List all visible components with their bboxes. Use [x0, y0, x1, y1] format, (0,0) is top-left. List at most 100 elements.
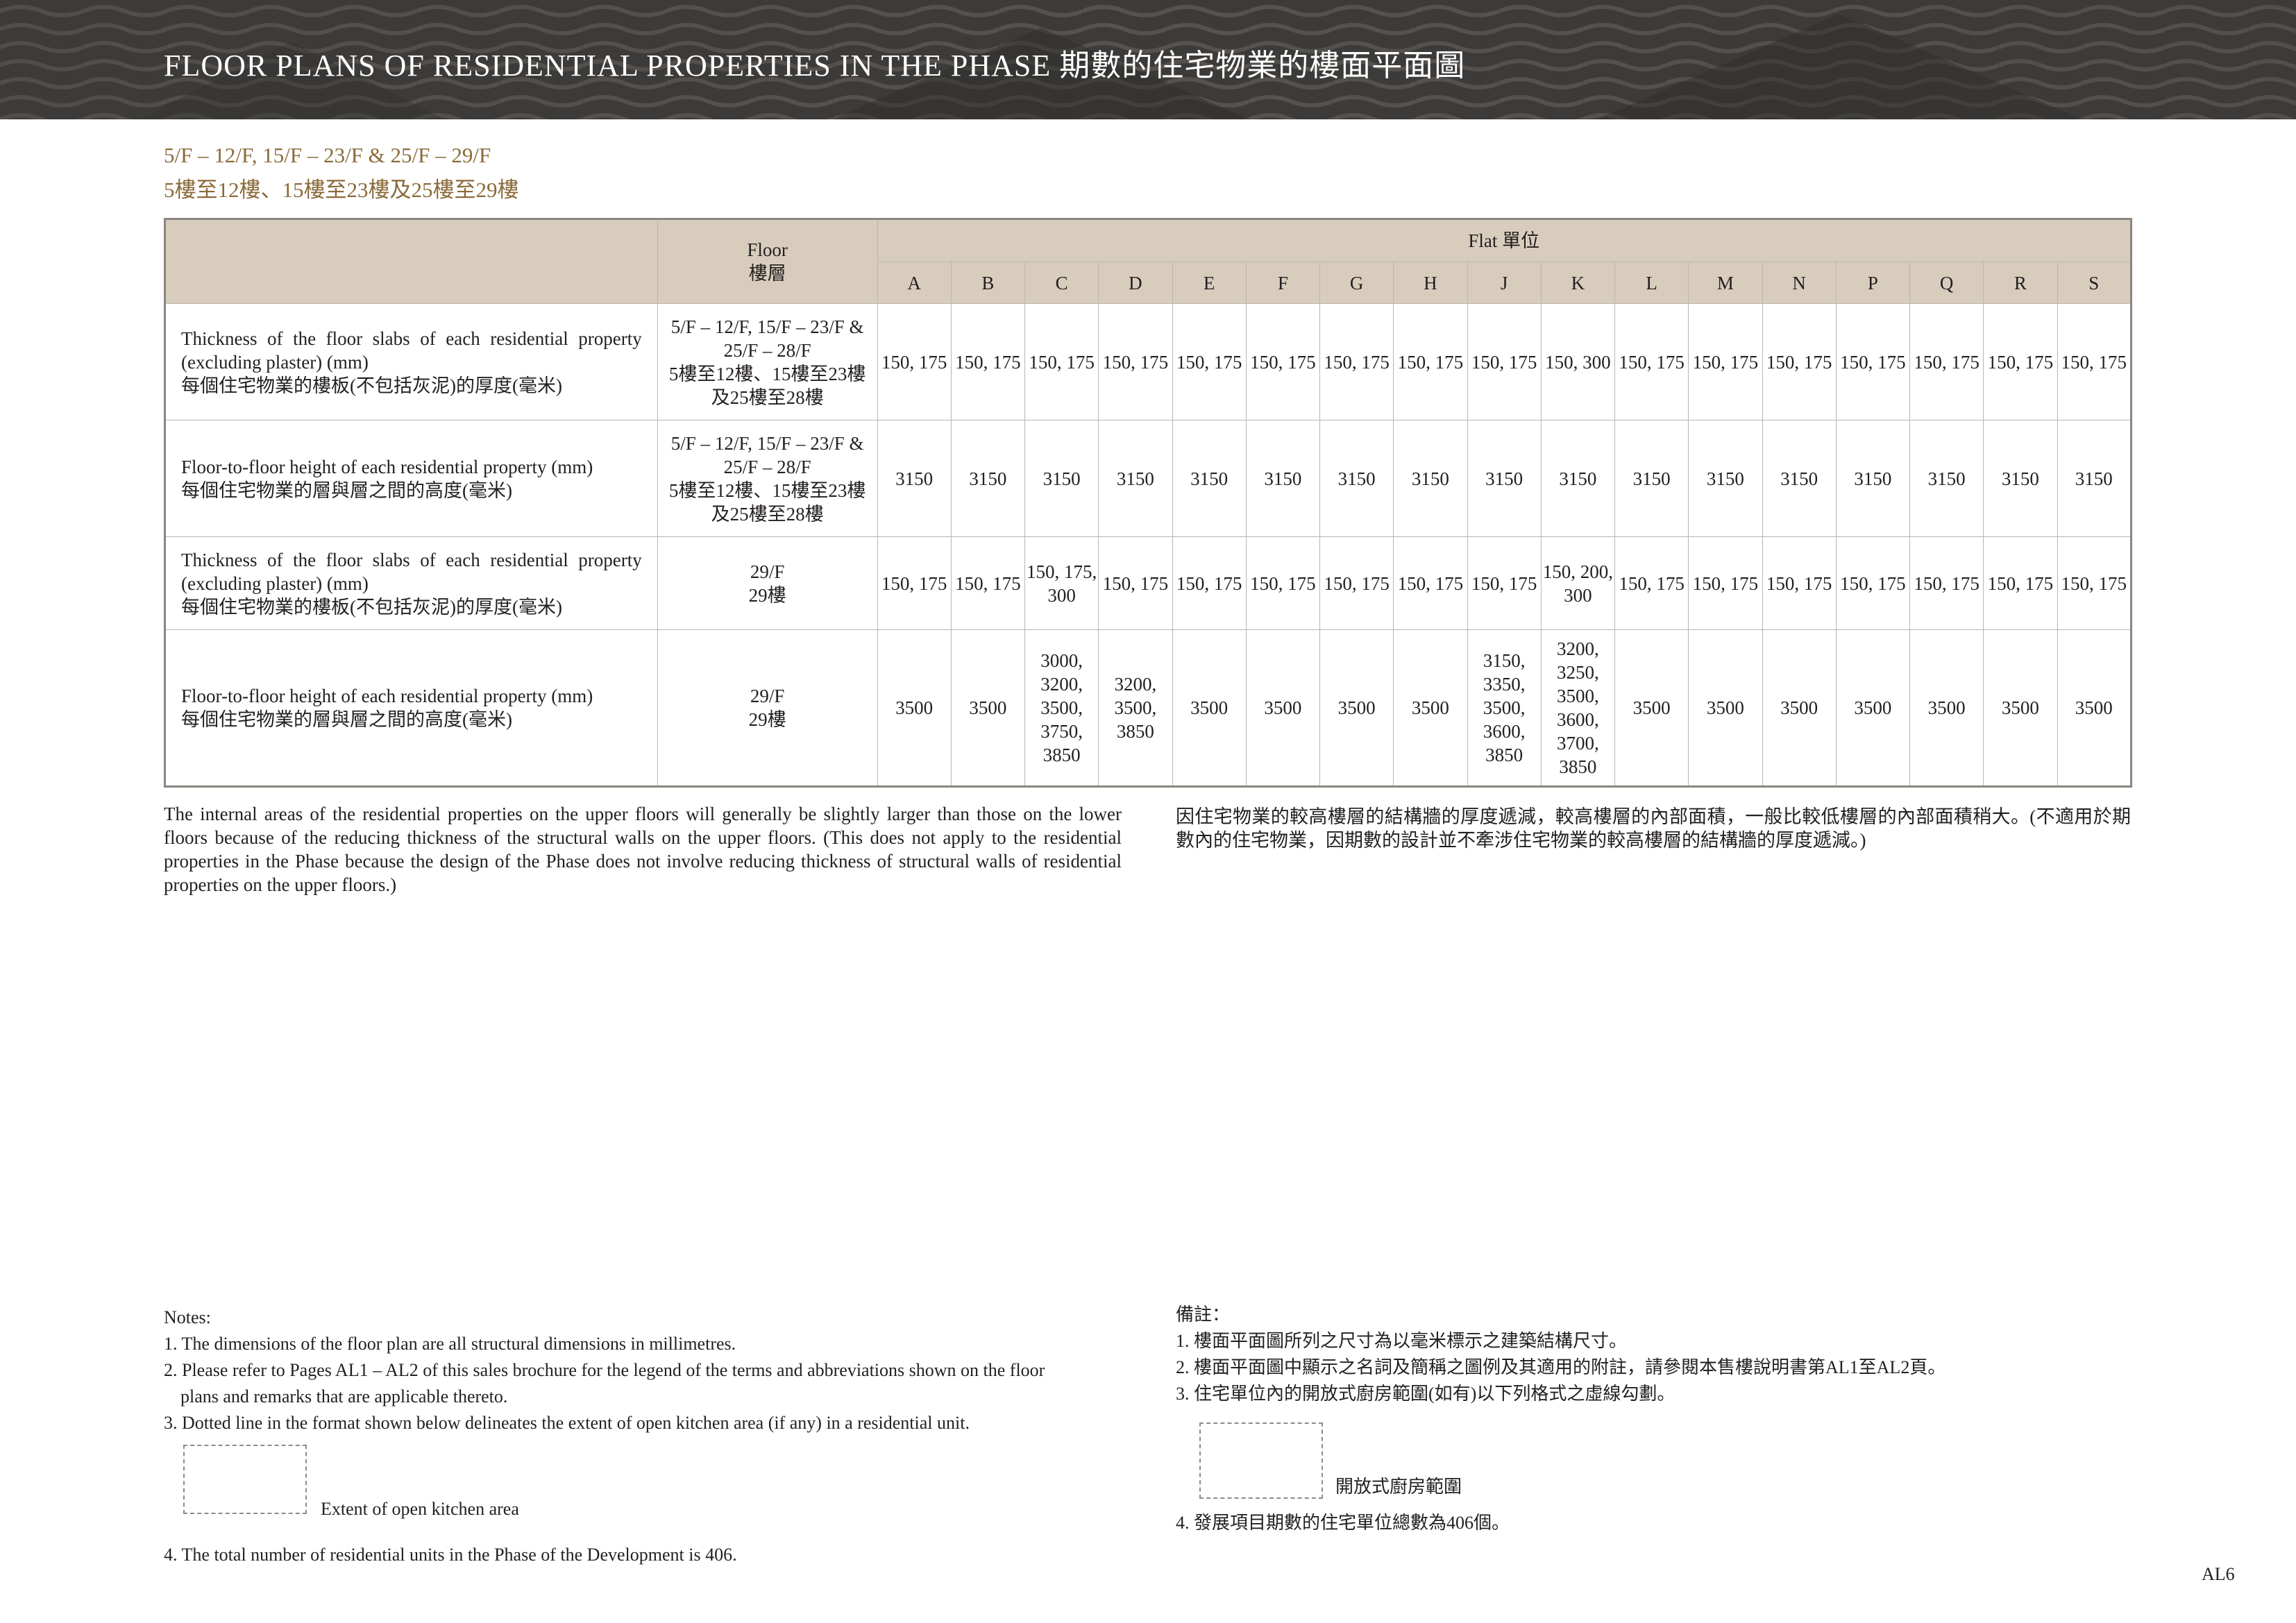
flat-letter-k: K: [1540, 262, 1616, 304]
flat-letter-r: R: [1983, 262, 2058, 304]
value-cell-b: 3150: [950, 420, 1026, 537]
value-cell-m: 150, 175: [1688, 303, 1763, 420]
value-cell-g: 3500: [1319, 629, 1394, 787]
value-cell-r: 150, 175: [1983, 303, 2058, 420]
row-description-en: Floor-to-floor height of each residentia…: [181, 456, 593, 477]
value-cell-k: 150, 200, 300: [1540, 536, 1616, 630]
value-cell-j: 150, 175: [1467, 536, 1542, 630]
value-cell-n: 150, 175: [1762, 303, 1837, 420]
value-cell-g: 150, 175: [1319, 303, 1394, 420]
value-cell-l: 150, 175: [1614, 536, 1689, 630]
value-cell-e: 3150: [1172, 420, 1247, 537]
row-floor-range-zh: 29樓: [748, 584, 786, 606]
note-2: 2. Please refer to Pages AL1 – AL2 of th…: [164, 1360, 1045, 1380]
value-cell-f: 150, 175: [1245, 536, 1321, 630]
table-row: Floor-to-floor height of each residentia…: [164, 420, 2132, 537]
floor-range-en: 5/F – 12/F, 15/F – 23/F & 25/F – 29/F: [164, 143, 491, 167]
row-description-en: Thickness of the floor slabs of each res…: [181, 549, 642, 594]
value-cell-r: 3150: [1983, 420, 2058, 537]
value-cell-p: 150, 175: [1835, 536, 1911, 630]
row-floor-range-en: 5/F – 12/F, 15/F – 23/F & 25/F – 28/F: [670, 316, 864, 361]
note-4: 4. The total number of residential units…: [164, 1545, 737, 1565]
value-cell-n: 150, 175: [1762, 536, 1837, 630]
row-floor-range: 5/F – 12/F, 15/F – 23/F & 25/F – 28/F 5樓至…: [657, 303, 878, 420]
value-cell-b: 3500: [950, 629, 1026, 787]
value-cell-p: 150, 175: [1835, 303, 1911, 420]
value-cell-l: 3500: [1614, 629, 1689, 787]
value-cell-j: 150, 175: [1467, 303, 1542, 420]
value-cell-s: 150, 175: [2057, 536, 2132, 630]
flat-letter-e: E: [1172, 262, 1247, 304]
flat-letter-a: A: [877, 262, 952, 304]
row-description-en: Thickness of the floor slabs of each res…: [181, 328, 642, 373]
header-blank-cell: [164, 219, 658, 304]
row-floor-range-en: 29/F: [750, 561, 785, 582]
flat-letter-s: S: [2057, 262, 2132, 304]
flat-letter-c: C: [1024, 262, 1099, 304]
value-cell-m: 3150: [1688, 420, 1763, 537]
value-cell-g: 3150: [1319, 420, 1394, 537]
value-cell-k: 150, 300: [1540, 303, 1616, 420]
value-cell-n: 3500: [1762, 629, 1837, 787]
value-cell-f: 150, 175: [1245, 303, 1321, 420]
value-cell-c: 3150: [1024, 420, 1099, 537]
internal-area-note-zh: 因住宅物業的較高樓層的結構牆的厚度遞減，較高樓層的內部面積，一般比較低樓層的內部…: [1176, 806, 2131, 851]
value-cell-m: 3500: [1688, 629, 1763, 787]
value-cell-q: 150, 175: [1909, 303, 1984, 420]
value-cell-b: 150, 175: [950, 303, 1026, 420]
open-kitchen-legend-label-zh: 開放式廚房範圍: [1335, 1477, 1462, 1497]
row-description: Thickness of the floor slabs of each res…: [164, 536, 658, 630]
value-cell-a: 3500: [877, 629, 952, 787]
value-cell-r: 150, 175: [1983, 536, 2058, 630]
row-description-zh: 每個住宅物業的層與層之間的高度(毫米): [181, 709, 512, 730]
note-2-continued: plans and remarks that are applicable th…: [180, 1386, 508, 1407]
row-floor-range: 29/F 29樓: [657, 629, 878, 787]
value-cell-a: 150, 175: [877, 303, 952, 420]
notes-zh: 備註： 1. 樓面平面圖所列之尺寸為以毫米標示之建築結構尺寸。 2. 樓面平面圖…: [1176, 1302, 2134, 1536]
row-floor-range-zh: 5樓至12樓、15樓至23樓及25樓至28樓: [668, 363, 866, 408]
floor-range-zh: 5樓至12樓、15樓至23樓及25樓至29樓: [164, 178, 519, 202]
note-4-zh: 4. 發展項目期數的住宅單位總數為406個。: [1176, 1513, 1510, 1533]
row-floor-range-en: 5/F – 12/F, 15/F – 23/F & 25/F – 28/F: [670, 432, 864, 477]
table-row: Thickness of the floor slabs of each res…: [164, 536, 2132, 630]
header-banner: FLOOR PLANS OF RESIDENTIAL PROPERTIES IN…: [0, 0, 2296, 119]
value-cell-s: 3150: [2057, 420, 2132, 537]
note-2-zh: 2. 樓面平面圖中顯示之名詞及簡稱之圖例及其適用的附註，請參閱本售樓說明書第AL…: [1176, 1357, 1946, 1377]
page-title: FLOOR PLANS OF RESIDENTIAL PROPERTIES IN…: [164, 49, 1466, 83]
value-cell-b: 150, 175: [950, 536, 1026, 630]
value-cell-l: 3150: [1614, 420, 1689, 537]
flat-letter-p: P: [1835, 262, 1911, 304]
value-cell-h: 3500: [1393, 629, 1468, 787]
note-1: 1. The dimensions of the floor plan are …: [164, 1334, 736, 1354]
value-cell-f: 3500: [1245, 629, 1321, 787]
value-cell-d: 3200, 3500, 3850: [1098, 629, 1173, 787]
value-cell-j: 3150, 3350, 3500, 3600, 3850: [1467, 629, 1542, 787]
value-cell-d: 150, 175: [1098, 303, 1173, 420]
value-cell-d: 150, 175: [1098, 536, 1173, 630]
row-description: Floor-to-floor height of each residentia…: [164, 420, 658, 537]
value-cell-q: 3150: [1909, 420, 1984, 537]
value-cell-a: 3150: [877, 420, 952, 537]
row-floor-range: 5/F – 12/F, 15/F – 23/F & 25/F – 28/F 5樓至…: [657, 420, 878, 537]
flat-letter-n: N: [1762, 262, 1837, 304]
note-3: 3. Dotted line in the format shown below…: [164, 1413, 970, 1433]
value-cell-n: 3150: [1762, 420, 1837, 537]
flat-letter-q: Q: [1909, 262, 1984, 304]
value-cell-q: 150, 175: [1909, 536, 1984, 630]
table-row: Floor-to-floor height of each residentia…: [164, 629, 2132, 787]
floor-header: Floor 樓層: [657, 219, 878, 304]
flat-letter-d: D: [1098, 262, 1173, 304]
value-cell-r: 3500: [1983, 629, 2058, 787]
flat-letter-j: J: [1467, 262, 1542, 304]
open-kitchen-legend-label: Extent of open kitchen area: [321, 1499, 519, 1519]
row-description-zh: 每個住宅物業的層與層之間的高度(毫米): [181, 479, 512, 501]
flat-letter-g: G: [1319, 262, 1394, 304]
value-cell-e: 150, 175: [1172, 303, 1247, 420]
note-3-zh: 3. 住宅單位內的開放式廚房範圍(如有)以下列格式之虛線勾劃。: [1176, 1384, 1675, 1404]
row-floor-range-zh: 29樓: [748, 709, 786, 730]
value-cell-k: 3200, 3250, 3500, 3600, 3700, 3850: [1540, 629, 1616, 787]
notes-en: Notes: 1. The dimensions of the floor pl…: [164, 1305, 1149, 1568]
value-cell-e: 150, 175: [1172, 536, 1247, 630]
table-row: Thickness of the floor slabs of each res…: [164, 303, 2132, 420]
value-cell-j: 3150: [1467, 420, 1542, 537]
